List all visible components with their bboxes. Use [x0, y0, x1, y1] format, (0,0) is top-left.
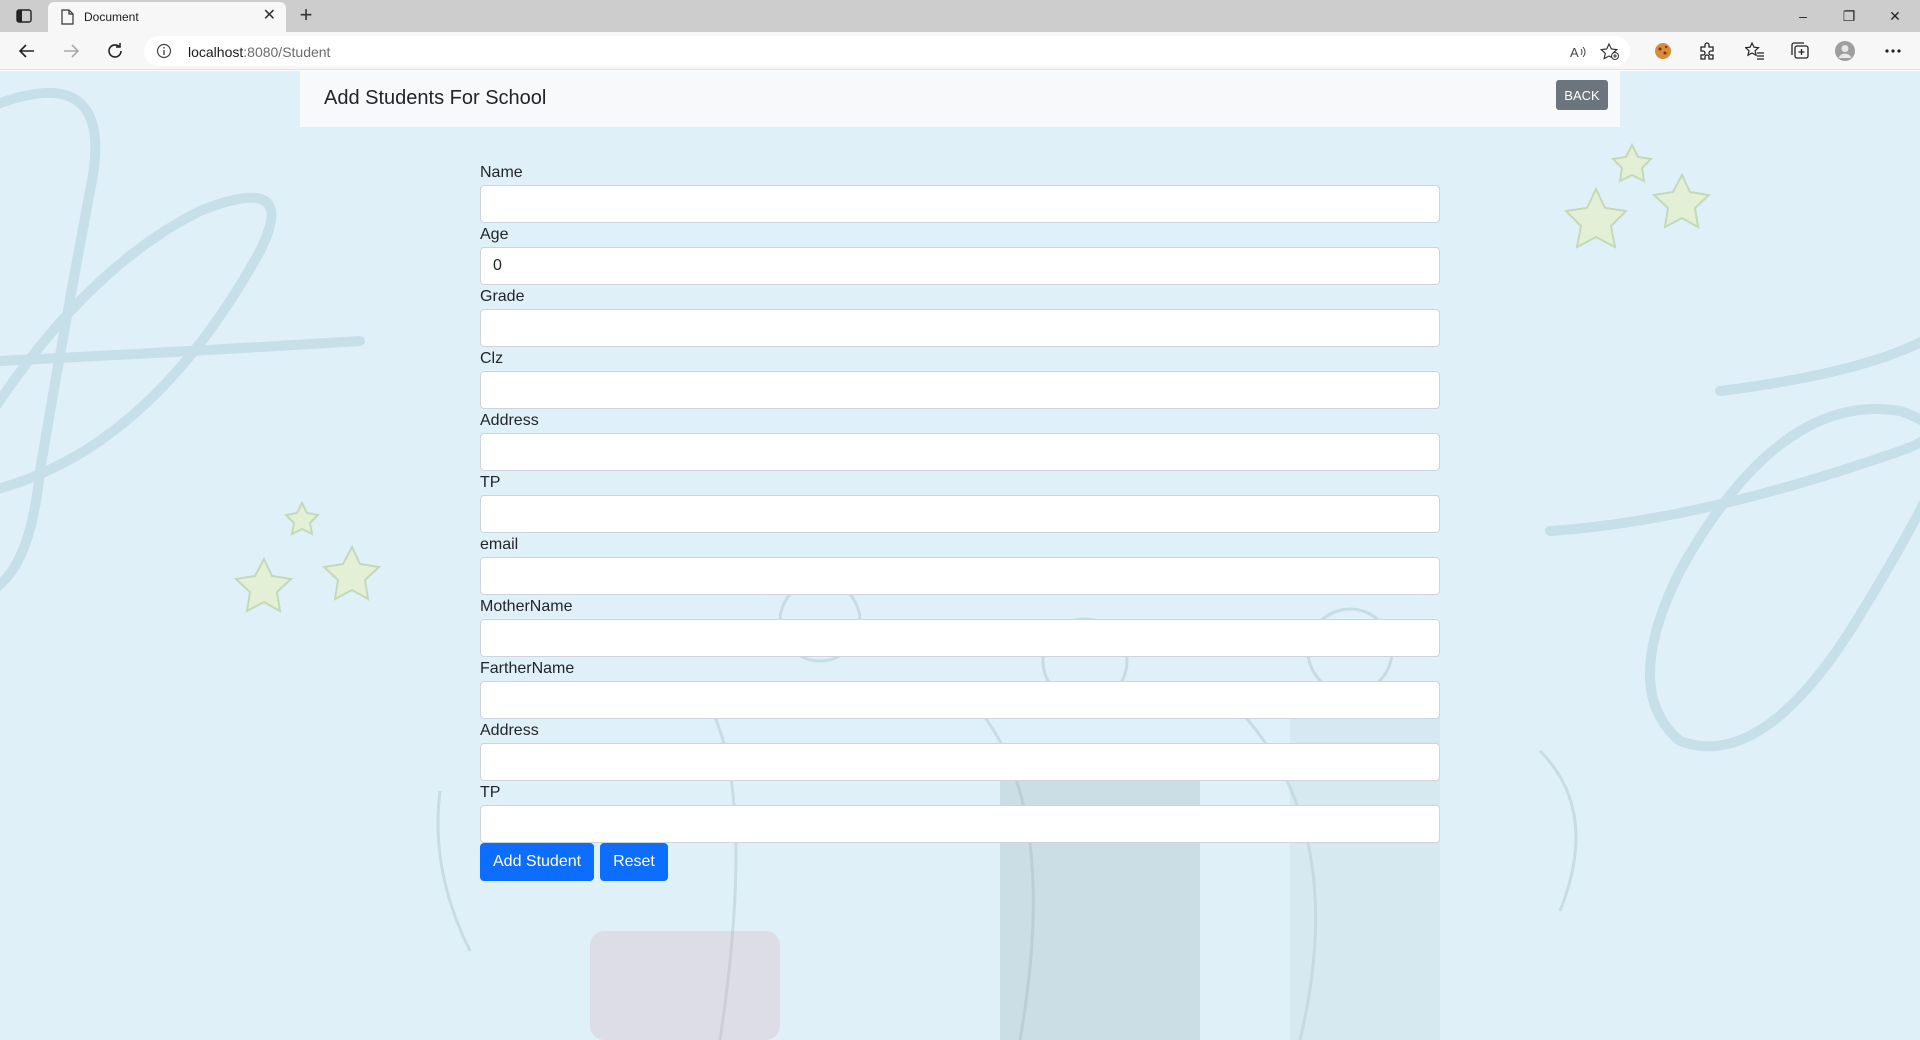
second-address-input[interactable]: [480, 743, 1440, 781]
grade-input[interactable]: [480, 309, 1440, 347]
svg-text:A: A: [1570, 45, 1579, 60]
read-aloud-icon[interactable]: A: [1568, 42, 1588, 62]
add-student-form: Name Age Grade Clz Address TP email Moth…: [480, 161, 1440, 881]
add-favorite-icon[interactable]: [1600, 42, 1620, 62]
clz-input[interactable]: [480, 371, 1440, 409]
minimize-button[interactable]: –: [1780, 0, 1826, 32]
email-input[interactable]: [480, 557, 1440, 595]
grade-label: Grade: [480, 288, 525, 305]
page-title: Add Students For School: [324, 87, 547, 109]
document-icon: [60, 9, 74, 30]
age-input[interactable]: [480, 247, 1440, 285]
clz-label: Clz: [480, 350, 504, 367]
browser-toolbar: localhost:8080/Student A: [0, 32, 1920, 70]
tab-actions-icon[interactable]: [10, 6, 38, 26]
mother-name-input[interactable]: [480, 619, 1440, 657]
mother-name-label: MotherName: [480, 598, 573, 615]
more-menu-icon[interactable]: [1882, 40, 1904, 62]
father-name-input[interactable]: [480, 681, 1440, 719]
new-tab-button[interactable]: +: [294, 4, 318, 28]
second-tp-input[interactable]: [480, 805, 1440, 843]
name-label: Name: [480, 164, 523, 181]
back-arrow-icon[interactable]: [14, 39, 40, 63]
profile-icon[interactable]: [1834, 40, 1856, 62]
url-text[interactable]: localhost:8080/Student: [188, 44, 330, 60]
restore-button[interactable]: ❐: [1826, 0, 1872, 32]
refresh-icon[interactable]: [102, 39, 128, 63]
tab-title: Document: [84, 10, 139, 24]
reset-button[interactable]: Reset: [600, 843, 668, 881]
page-viewport: Add Students For School BACK Name Age Gr…: [0, 71, 1920, 1040]
browser-tab-bar: Document ✕ + – ❐ ✕: [0, 0, 1920, 32]
collections-icon[interactable]: [1789, 40, 1811, 62]
second-tp-label: TP: [480, 784, 501, 801]
second-address-label: Address: [480, 722, 539, 739]
cookie-extension-icon[interactable]: [1652, 40, 1674, 62]
tab-close-icon[interactable]: ✕: [263, 8, 276, 24]
info-icon[interactable]: [156, 43, 172, 64]
address-label: Address: [480, 412, 539, 429]
add-student-button[interactable]: Add Student: [480, 843, 595, 881]
extensions-icon[interactable]: [1696, 40, 1718, 62]
close-window-button[interactable]: ✕: [1872, 0, 1918, 32]
tp-input[interactable]: [480, 495, 1440, 533]
email-label: email: [480, 536, 519, 553]
back-button[interactable]: BACK: [1556, 80, 1608, 110]
url-path: :8080/Student: [243, 44, 331, 60]
address-bar[interactable]: localhost:8080/Student A: [144, 36, 1630, 66]
forward-arrow-icon[interactable]: [58, 39, 84, 63]
favorites-icon[interactable]: [1744, 40, 1766, 62]
page-navbar: Add Students For School BACK: [300, 71, 1620, 127]
browser-tab[interactable]: Document ✕: [48, 2, 286, 32]
age-label: Age: [480, 226, 509, 243]
form-actions: Add Student Reset: [480, 843, 1440, 881]
father-name-label: FartherName: [480, 660, 575, 677]
tp-label: TP: [480, 474, 501, 491]
url-host: localhost: [188, 44, 244, 60]
address-input[interactable]: [480, 433, 1440, 471]
name-input[interactable]: [480, 185, 1440, 223]
